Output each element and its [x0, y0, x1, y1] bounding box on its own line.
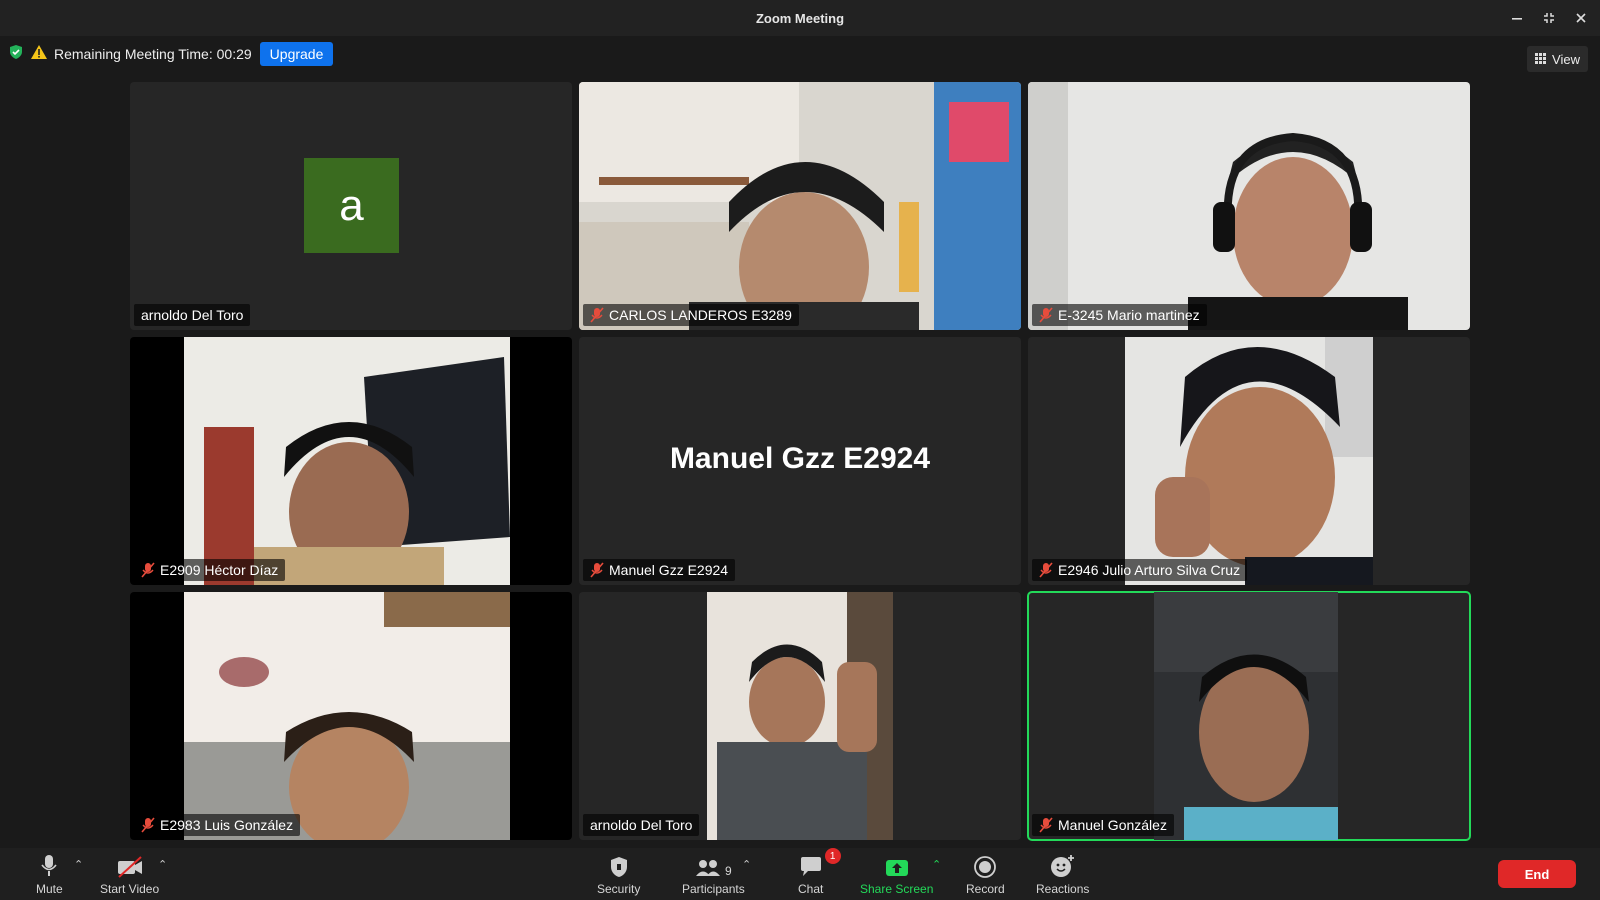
- record-button[interactable]: Record: [966, 852, 1005, 896]
- participants-options-caret[interactable]: ⌃: [742, 858, 751, 871]
- muted-mic-icon: [1039, 817, 1053, 833]
- participant-video: [1125, 337, 1373, 585]
- chat-unread-badge: 1: [824, 848, 841, 864]
- participant-name-label: CARLOS LANDEROS E3289: [583, 304, 799, 326]
- participant-tile[interactable]: E2946 Julio Arturo Silva Cruz: [1028, 337, 1470, 585]
- chat-icon: [800, 857, 821, 876]
- muted-mic-icon: [1039, 562, 1053, 578]
- participant-name-label: Manuel Gzz E2924: [583, 559, 736, 581]
- participant-tile-active-speaker[interactable]: Manuel González: [1027, 591, 1471, 841]
- end-meeting-button[interactable]: End: [1498, 860, 1576, 888]
- participant-video: [184, 592, 510, 840]
- participant-video: [1028, 82, 1470, 330]
- video-off-icon: [117, 856, 142, 878]
- participant-name-label: E-3245 Mario martinez: [1032, 304, 1207, 326]
- microphone-icon: [41, 855, 57, 876]
- mute-button[interactable]: Mute: [36, 852, 63, 896]
- meeting-toolbar: Mute ⌃ Start Video ⌃ Security 9 Particip…: [0, 848, 1600, 900]
- warning-icon: [30, 44, 48, 65]
- participant-video: [579, 82, 1021, 330]
- participant-tile[interactable]: E-3245 Mario martinez: [1028, 82, 1470, 330]
- exit-fullscreen-icon[interactable]: [1540, 9, 1558, 27]
- share-screen-button[interactable]: Share Screen: [860, 852, 933, 896]
- shield-icon: [610, 857, 627, 877]
- muted-mic-icon: [590, 562, 604, 578]
- participant-name-label: arnoldo Del Toro: [134, 304, 251, 326]
- share-screen-options-caret[interactable]: ⌃: [932, 858, 941, 871]
- meeting-info-bar: Remaining Meeting Time: 00:29 Upgrade: [8, 42, 334, 66]
- record-icon: [974, 856, 997, 878]
- participant-name-label: E2909 Héctor Díaz: [134, 559, 286, 581]
- start-video-button[interactable]: Start Video: [100, 852, 159, 896]
- minimize-icon[interactable]: [1508, 9, 1526, 27]
- title-bar: Zoom Meeting: [0, 0, 1600, 36]
- reactions-button[interactable]: Reactions: [1036, 852, 1089, 896]
- participant-tile[interactable]: E2909 Héctor Díaz: [130, 337, 572, 585]
- participant-video: [1154, 592, 1338, 840]
- muted-mic-icon: [590, 307, 604, 323]
- participant-video: [707, 592, 893, 840]
- window-controls: [1508, 0, 1590, 36]
- participant-tile[interactable]: arnoldo Del Toro: [579, 592, 1021, 840]
- window-title: Zoom Meeting: [755, 10, 845, 26]
- view-label: View: [1552, 51, 1580, 67]
- participant-tile[interactable]: CARLOS LANDEROS E3289: [579, 82, 1021, 330]
- participants-count: 9: [725, 864, 732, 878]
- upgrade-button[interactable]: Upgrade: [259, 42, 334, 66]
- video-options-caret[interactable]: ⌃: [158, 858, 167, 871]
- participant-video: [184, 337, 510, 585]
- remaining-time-text: Remaining Meeting Time: 00:29: [54, 46, 252, 62]
- participants-icon: [696, 860, 720, 876]
- participant-tile[interactable]: E2983 Luis González: [130, 592, 572, 840]
- view-button[interactable]: View: [1527, 46, 1588, 72]
- share-screen-icon: [885, 860, 908, 876]
- encryption-shield-icon[interactable]: [8, 44, 24, 65]
- participant-name-label: E2983 Luis González: [134, 814, 301, 836]
- security-button[interactable]: Security: [597, 852, 640, 896]
- muted-mic-icon: [141, 817, 155, 833]
- reactions-icon: [1050, 855, 1074, 877]
- gallery-grid: a arnoldo Del Toro CARLOS LANDEROS E3289: [130, 82, 1471, 842]
- participant-tile[interactable]: Manuel Gzz E2924 Manuel Gzz E2924: [579, 337, 1021, 585]
- participants-button[interactable]: 9 Participants: [682, 852, 745, 896]
- muted-mic-icon: [1039, 307, 1053, 323]
- participant-name-label: arnoldo Del Toro: [583, 814, 700, 836]
- participant-display-name: Manuel Gzz E2924: [669, 442, 931, 475]
- avatar: a: [304, 158, 399, 253]
- chat-button[interactable]: 1 Chat: [798, 848, 841, 896]
- close-icon[interactable]: [1572, 9, 1590, 27]
- grid-icon: [1535, 52, 1547, 67]
- participant-name-label: Manuel González: [1032, 814, 1174, 836]
- participant-tile[interactable]: a arnoldo Del Toro: [130, 82, 572, 330]
- participant-name-label: E2946 Julio Arturo Silva Cruz: [1032, 559, 1248, 581]
- mute-options-caret[interactable]: ⌃: [74, 858, 83, 871]
- muted-mic-icon: [141, 562, 155, 578]
